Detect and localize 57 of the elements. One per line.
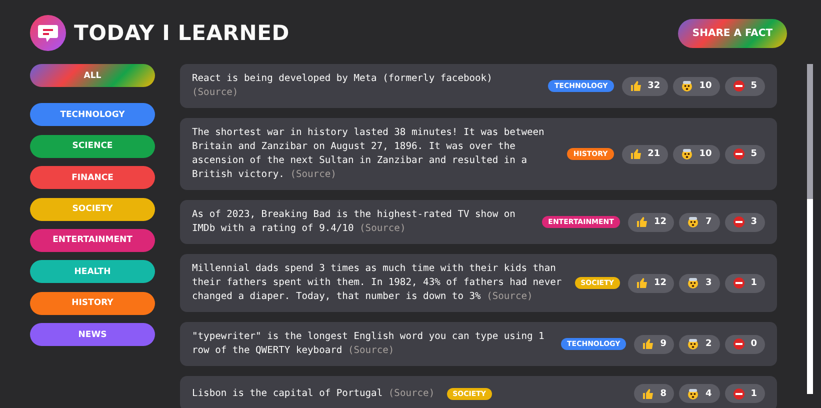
dislike-button[interactable]: 1	[724, 384, 765, 403]
shocked-face-icon	[681, 148, 694, 160]
shocked-face-icon	[687, 388, 700, 400]
dislike-button[interactable]: 0	[724, 334, 765, 354]
fact-text: "typewriter" is the longest English word you can type using 1 row of the QWERTY keyboard (Source)	[192, 330, 546, 358]
no-entry-icon	[732, 216, 745, 228]
no-entry-icon	[732, 80, 745, 92]
source-link[interactable]: (Source)	[388, 388, 435, 398]
like-button[interactable]: 32	[622, 76, 668, 96]
like-button[interactable]: 8	[634, 384, 674, 403]
shocked-face-icon	[687, 216, 700, 228]
dislike-button[interactable]: 1	[724, 274, 765, 292]
no-entry-icon	[732, 148, 745, 160]
source-link[interactable]: (Source)	[192, 87, 238, 98]
mind-blown-button[interactable]: 2	[679, 334, 720, 354]
mind-blown-button[interactable]: 3	[679, 274, 720, 292]
share-fact-button[interactable]: SHARE A FACT	[678, 18, 787, 48]
category-button[interactable]: FINANCE	[30, 166, 155, 190]
shocked-face-icon	[681, 80, 694, 92]
thumbs-up-icon	[630, 80, 642, 92]
mind-blown-button[interactable]: 10	[673, 76, 720, 96]
like-button[interactable]: 12	[628, 274, 674, 292]
speech-bubble-logo-icon	[30, 15, 66, 51]
category-button[interactable]: ENTERTAINMENT	[30, 228, 155, 252]
all-categories-button[interactable]: ALL	[30, 64, 155, 87]
no-entry-icon	[732, 388, 745, 400]
source-link[interactable]: (Source)	[348, 345, 394, 356]
thumbs-up-icon	[642, 338, 654, 350]
dislike-button[interactable]: 3	[724, 212, 765, 232]
fact-text: The shortest war in history lasted 38 minutes! It was between Britain and Zanzibar on August 27, 1896. It was over the ascension of the next Sultan in Zanzibar and resulted in a British victory. (Source)	[192, 126, 546, 182]
no-entry-icon	[732, 338, 745, 350]
mind-blown-button[interactable]: 7	[679, 212, 720, 232]
category-button[interactable]: TECHNOLOGY	[30, 103, 155, 126]
category-button[interactable]: NEWS	[30, 323, 155, 346]
fact-text: Millennial dads spend 3 times as much time with their kids than their fathers spent with them. In 1982, 43% of fathers had never changed a diaper. Today, that number is down to 3% (Source)	[192, 262, 563, 304]
scrollbar[interactable]	[807, 64, 813, 394]
shocked-face-icon	[687, 338, 700, 350]
like-button[interactable]: 9	[634, 334, 674, 354]
thumbs-up-icon	[636, 216, 648, 228]
shocked-face-icon	[687, 277, 700, 289]
source-link[interactable]: (Source)	[290, 169, 336, 180]
source-link[interactable]: (Source)	[486, 291, 533, 302]
app-title: TODAY I LEARNED	[74, 21, 290, 45]
mind-blown-button[interactable]: 4	[679, 384, 720, 403]
fact-text: Lisbon is the capital of Portugal (Source)	[192, 386, 435, 400]
thumbs-up-icon	[630, 148, 642, 160]
like-button[interactable]: 12	[628, 212, 674, 232]
fact-text: As of 2023, Breaking Bad is the highest-rated TV show on IMDb with a rating of 9.4/10 (Source)	[192, 208, 516, 236]
no-entry-icon	[732, 277, 745, 289]
source-link[interactable]: (Source)	[360, 223, 406, 234]
thumbs-up-icon	[636, 277, 648, 289]
fact-text: React is being developed by Meta (formerly facebook) (Source)	[192, 72, 494, 100]
thumbs-up-icon	[642, 388, 654, 400]
mind-blown-button[interactable]: 10	[673, 144, 720, 164]
dislike-button[interactable]: 5	[724, 144, 765, 164]
like-button[interactable]: 21	[622, 144, 668, 164]
dislike-button[interactable]: 5	[724, 76, 765, 96]
